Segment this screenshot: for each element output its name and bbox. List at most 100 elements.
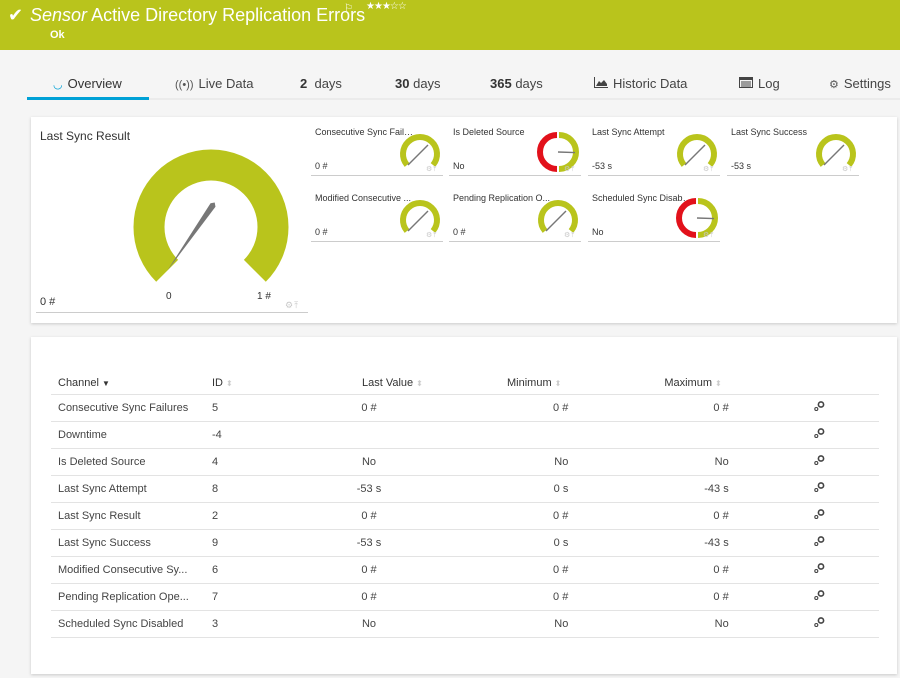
tab-num: 365 bbox=[490, 76, 512, 91]
gear-icon[interactable]: ⚙ bbox=[285, 300, 294, 310]
gauge-ok-arc bbox=[538, 200, 578, 233]
gauge-tools: ⚙⤒ bbox=[703, 231, 714, 240]
table-header-row: Channel ▼ ID ⬍ Last Value ⬍ Minimum ⬍ Maximu… bbox=[51, 373, 879, 395]
pin-icon[interactable]: ⤒ bbox=[710, 232, 714, 239]
column-header-maximum[interactable]: Maximum ⬍ bbox=[568, 373, 729, 395]
channel-settings-icon[interactable] bbox=[813, 482, 825, 495]
channel-name[interactable]: Is Deleted Source bbox=[51, 448, 205, 476]
channel-name[interactable]: Consecutive Sync Failures bbox=[51, 394, 205, 422]
channel-name[interactable]: Downtime bbox=[51, 421, 205, 449]
table-row[interactable]: Last Sync Result 2 0 # 0 # 0 # bbox=[51, 502, 879, 530]
channel-name[interactable]: Last Sync Success bbox=[51, 529, 205, 557]
channel-id: 9 bbox=[205, 529, 293, 557]
tab-label: Historic Data bbox=[613, 76, 688, 91]
table-row[interactable]: Scheduled Sync Disabled 3 No No No bbox=[51, 610, 879, 638]
column-label: Minimum bbox=[507, 377, 552, 390]
divider bbox=[311, 241, 443, 242]
table-row[interactable]: Pending Replication Ope... 7 0 # 0 # 0 # bbox=[51, 583, 879, 611]
pin-icon[interactable]: ⤒ bbox=[849, 166, 853, 173]
gauge-tools: ⚙⤒ bbox=[564, 231, 575, 240]
pin-icon[interactable]: ⤒ bbox=[710, 166, 714, 173]
table-row[interactable]: Downtime -4 bbox=[51, 421, 879, 449]
pin-icon[interactable]: ⤒ bbox=[571, 232, 575, 239]
tab-live-data[interactable]: ((•)) Live Data bbox=[175, 76, 253, 91]
gauge-value: 0 # bbox=[315, 227, 328, 237]
star-empty-icon[interactable]: ☆ bbox=[398, 1, 407, 12]
pin-icon[interactable]: ⤒ bbox=[294, 300, 299, 310]
channel-settings-icon[interactable] bbox=[813, 563, 825, 576]
channel-gauge[interactable]: Consecutive Sync Failu... 0 # ⚙⤒ bbox=[311, 127, 443, 179]
gauge-tools: ⚙⤒ bbox=[564, 165, 575, 174]
primary-gauge-arc bbox=[133, 149, 289, 282]
channel-name[interactable]: Modified Consecutive Sy... bbox=[51, 556, 205, 584]
tab-bar: ◡ Overview ((•)) Live Data 2 days 30 days … bbox=[0, 60, 900, 100]
column-header-minimum[interactable]: Minimum ⬍ bbox=[445, 373, 569, 395]
tab-settings[interactable]: ⚙ Settings bbox=[829, 76, 891, 91]
column-header-id[interactable]: ID ⬍ bbox=[205, 373, 293, 395]
gauge-ok-arc bbox=[400, 200, 440, 233]
channel-gauge[interactable]: Is Deleted Source No ⚙⤒ bbox=[449, 127, 581, 179]
channel-id: 4 bbox=[205, 448, 293, 476]
channel-gauge[interactable]: Last Sync Attempt -53 s ⚙⤒ bbox=[588, 127, 720, 179]
tab-2-days[interactable]: 2 days bbox=[300, 76, 342, 91]
gauge-needle bbox=[684, 144, 706, 166]
priority-rating[interactable]: ★★★☆☆ bbox=[366, 1, 407, 12]
channel-name[interactable]: Scheduled Sync Disabled bbox=[51, 610, 205, 638]
channel-settings-icon[interactable] bbox=[813, 401, 825, 414]
pin-icon[interactable]: ⤒ bbox=[571, 166, 575, 173]
tab-overview[interactable]: ◡ Overview bbox=[53, 76, 122, 91]
sort-icon: ⬍ bbox=[715, 379, 722, 389]
log-icon bbox=[739, 77, 753, 91]
channel-gauge[interactable]: Pending Replication O... 0 # ⚙⤒ bbox=[449, 193, 581, 245]
table-row[interactable]: Consecutive Sync Failures 5 0 # 0 # 0 # bbox=[51, 394, 879, 422]
tab-30-days[interactable]: 30 days bbox=[395, 76, 441, 91]
table-row[interactable]: Modified Consecutive Sy... 6 0 # 0 # 0 # bbox=[51, 556, 879, 584]
tab-label: days bbox=[413, 76, 441, 91]
channel-gauge[interactable]: Modified Consecutive ... 0 # ⚙⤒ bbox=[311, 193, 443, 245]
maximum-value: 0 # bbox=[568, 583, 729, 611]
gauge-value: 0 # bbox=[453, 227, 466, 237]
star-filled-icon[interactable]: ★ bbox=[366, 1, 375, 12]
tab-365-days[interactable]: 365 days bbox=[490, 76, 543, 91]
channel-settings-icon[interactable] bbox=[813, 590, 825, 603]
flag-icon[interactable]: ⚐ bbox=[344, 3, 353, 14]
star-filled-icon[interactable]: ★ bbox=[374, 1, 383, 12]
channel-settings-icon[interactable] bbox=[813, 455, 825, 468]
channel-name[interactable]: Last Sync Result bbox=[51, 502, 205, 530]
star-filled-icon[interactable]: ★ bbox=[382, 1, 391, 12]
channel-gauge[interactable]: Scheduled Sync Disabl... No ⚙⤒ bbox=[588, 193, 720, 245]
channel-id: 2 bbox=[205, 502, 293, 530]
channel-gauge[interactable]: Last Sync Success -53 s ⚙⤒ bbox=[727, 127, 859, 179]
table-row[interactable]: Last Sync Attempt 8 -53 s 0 s -43 s bbox=[51, 475, 879, 503]
sort-icon: ⬍ bbox=[416, 379, 423, 389]
sensor-name: Active Directory Replication Errors bbox=[91, 5, 366, 25]
minimum-value: No bbox=[445, 610, 569, 638]
column-header-channel[interactable]: Channel ▼ bbox=[51, 373, 205, 395]
tab-num: 30 bbox=[395, 76, 410, 91]
channel-name[interactable]: Pending Replication Ope... bbox=[51, 583, 205, 611]
channel-settings-icon[interactable] bbox=[813, 509, 825, 522]
maximum-value: 0 # bbox=[568, 556, 729, 584]
tab-label: days bbox=[314, 76, 342, 91]
minimum-value bbox=[445, 421, 569, 449]
column-header-last-value[interactable]: Last Value ⬍ bbox=[293, 373, 445, 395]
gauge-tools: ⚙⤒ bbox=[842, 165, 853, 174]
channel-settings-icon[interactable] bbox=[813, 617, 825, 630]
sensor-title: Sensor Active Directory Replication Erro… bbox=[30, 5, 365, 26]
tab-log[interactable]: Log bbox=[739, 76, 780, 91]
gauge-needle bbox=[557, 151, 576, 154]
star-empty-icon[interactable]: ☆ bbox=[390, 1, 399, 12]
channel-settings-icon[interactable] bbox=[813, 428, 825, 441]
table-row[interactable]: Is Deleted Source 4 No No No bbox=[51, 448, 879, 476]
gauge-value: -53 s bbox=[731, 161, 752, 171]
table-row[interactable]: Last Sync Success 9 -53 s 0 s -43 s bbox=[51, 529, 879, 557]
last-value: 0 # bbox=[293, 583, 445, 611]
channel-name[interactable]: Last Sync Attempt bbox=[51, 475, 205, 503]
primary-gauge-title: Last Sync Result bbox=[40, 129, 131, 143]
last-value: 0 # bbox=[293, 394, 445, 422]
pin-icon[interactable]: ⤒ bbox=[433, 232, 437, 239]
channel-id: 8 bbox=[205, 475, 293, 503]
channel-settings-icon[interactable] bbox=[813, 536, 825, 549]
pin-icon[interactable]: ⤒ bbox=[433, 166, 437, 173]
tab-historic-data[interactable]: Historic Data bbox=[594, 76, 687, 91]
